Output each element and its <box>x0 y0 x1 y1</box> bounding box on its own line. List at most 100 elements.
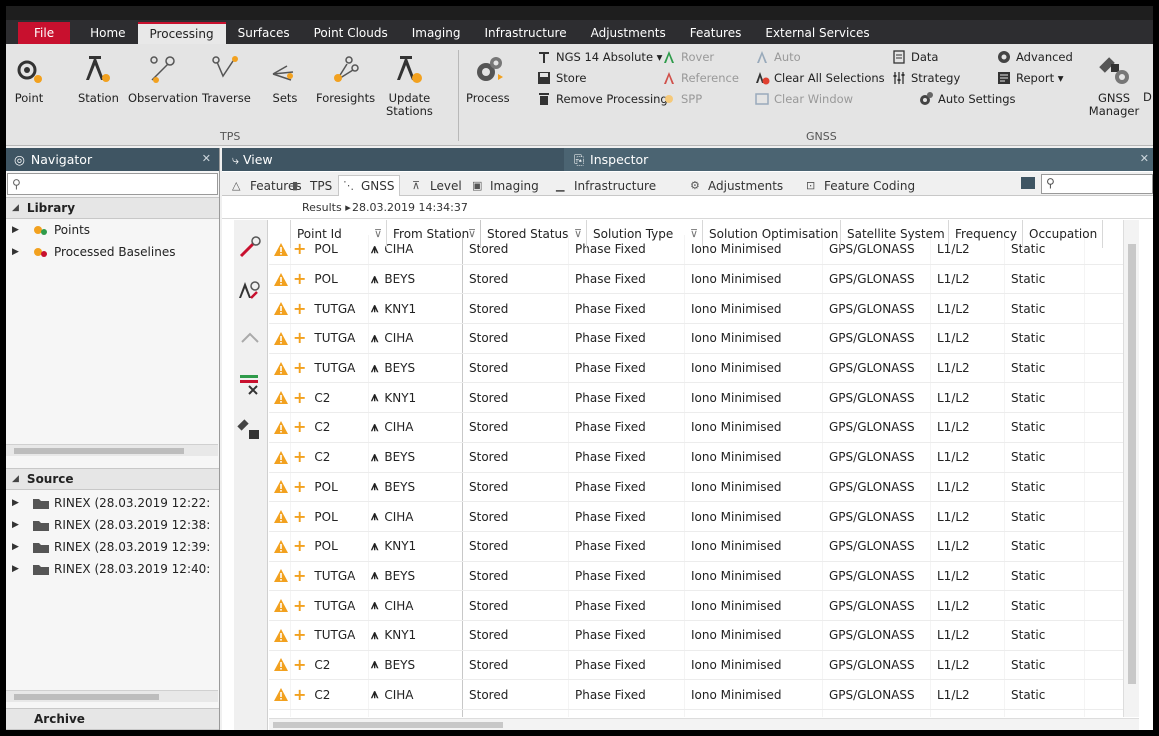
archive-section-header[interactable]: Archive <box>6 708 219 730</box>
column-header[interactable]: Stored Status ⊽ <box>481 220 587 248</box>
source-item[interactable]: ▶ RINEX (28.03.2019 12:40: <box>6 558 219 580</box>
menu-tab-features[interactable]: Features <box>678 22 754 44</box>
library-section-header[interactable]: ◢ Library <box>6 197 219 219</box>
grid-vscroll[interactable] <box>1123 220 1139 717</box>
close-icon[interactable]: ✕ <box>1140 152 1149 165</box>
foresights-button[interactable]: Foresights <box>316 52 375 105</box>
inspector-tab[interactable]: ⎘ Inspector ✕ <box>564 148 1153 171</box>
menu-tab-adjustments[interactable]: Adjustments <box>579 22 678 44</box>
rover-button[interactable]: Rover <box>661 48 714 66</box>
gnss-satellite-icon[interactable] <box>237 416 265 444</box>
column-header[interactable]: Solution Type ⊽ <box>587 220 703 248</box>
source-item[interactable]: ▶ RINEX (28.03.2019 12:22: <box>6 492 219 514</box>
column-header[interactable]: From Station ⊽ <box>387 220 481 248</box>
clear-all-selections-button[interactable]: Clear All Selections <box>754 69 885 87</box>
data-button[interactable]: Data <box>891 48 938 66</box>
menu-tab-surfaces[interactable]: Surfaces <box>226 22 302 44</box>
tab-feature-coding[interactable]: ⊡ Feature Coding <box>802 175 919 196</box>
table-row[interactable]: + TUTGA ⩚ CIHA Stored Phase Fixed Iono Minimis… <box>269 591 1139 621</box>
menu-tab-point-clouds[interactable]: Point Clouds <box>302 22 400 44</box>
column-header[interactable]: Solution Optimisation <box>703 220 841 248</box>
expand-arrow-icon[interactable]: ▶ <box>12 564 32 574</box>
tab-tps[interactable]: ▮ TPS <box>288 175 336 196</box>
column-header[interactable]: Frequency <box>949 220 1023 248</box>
tab-infrastructure[interactable]: ▁ Infrastructure <box>552 175 660 196</box>
table-row[interactable]: + C2 ⩚ BEYS Stored Phase Fixed Iono Minimised G… <box>269 442 1139 473</box>
baseline-disabled-icon[interactable] <box>237 324 265 352</box>
column-header[interactable]: Point Id ⊽ <box>291 220 387 248</box>
remove-processing-button[interactable]: Remove Processing <box>536 90 668 108</box>
tab-imaging[interactable]: ▣ Imaging <box>468 175 543 196</box>
traverse-button[interactable]: Traverse <box>202 52 251 105</box>
table-row[interactable]: + TUTGA ⩚ KNY1 Stored Phase Fixed Iono Minimis… <box>269 620 1139 651</box>
tab-level[interactable]: ⊼ Level <box>408 175 466 196</box>
table-row[interactable]: + POL ⩚ BEYS Stored Phase Fixed Iono Minimised… <box>269 472 1139 503</box>
spp-button[interactable]: SPP <box>661 90 702 108</box>
table-row[interactable]: + POL ⩚ BEYS Stored Phase Fixed Iono Minimised… <box>269 264 1139 295</box>
column-header[interactable]: Satellite System <box>841 220 949 248</box>
expand-arrow-icon[interactable]: ▶ <box>12 498 32 508</box>
gnss-manager-button[interactable]: GNSS Manager <box>1088 52 1140 118</box>
tab-adjustments[interactable]: ⚙ Adjustments <box>686 175 787 196</box>
strategy-button[interactable]: Strategy <box>891 69 960 87</box>
filter-icon[interactable]: ⊽ <box>690 227 698 240</box>
view-tab[interactable]: ⤷ View <box>232 152 273 168</box>
sets-button[interactable]: Sets <box>268 52 302 105</box>
report-dropdown[interactable]: Report ▾ <box>996 69 1064 87</box>
library-item-processed-baselines[interactable]: ▶ Processed Baselines <box>6 241 219 263</box>
process-button[interactable]: Process <box>466 52 510 105</box>
layout-toggle-icon[interactable] <box>1021 177 1035 189</box>
expand-arrow-icon[interactable]: ▶ <box>12 520 32 530</box>
library-hscroll[interactable] <box>6 444 218 456</box>
menu-tab-home[interactable]: Home <box>78 22 137 44</box>
menu-tab-external-services[interactable]: External Services <box>753 22 881 44</box>
table-row[interactable]: + TUTGA ⩚ BEYS Stored Phase Fixed Iono Minimis… <box>269 561 1139 592</box>
menu-file[interactable]: File <box>18 22 71 44</box>
advanced-button[interactable]: Advanced <box>996 48 1073 66</box>
auto-button[interactable]: Auto <box>754 48 801 66</box>
expand-arrow-icon[interactable]: ▶ <box>12 247 32 257</box>
clear-window-button[interactable]: Clear Window <box>754 90 853 108</box>
station-button[interactable]: Station <box>78 52 119 105</box>
auto-settings-button[interactable]: Auto Settings <box>918 90 1016 108</box>
table-row[interactable]: + C2 ⩚ BEYS Stored Phase Fixed Iono Minimised G… <box>269 650 1139 681</box>
grid-hscroll[interactable] <box>269 718 1139 730</box>
table-row[interactable]: +C2⩚KNY1StoredPhase FixedIono MinimisedG… <box>269 383 1139 414</box>
source-item[interactable]: ▶ RINEX (28.03.2019 12:38: <box>6 514 219 536</box>
ngs-antenna-dropdown[interactable]: NGS 14 Absolute ▾ <box>536 48 662 66</box>
station-observation-icon[interactable] <box>237 278 265 306</box>
update-stations-button[interactable]: Update Stations <box>386 52 433 118</box>
breadcrumb-results[interactable]: Results ▸ <box>302 201 351 214</box>
table-row[interactable]: +C2⩚KNY1StoredPhase FixedIono MinimisedG… <box>269 710 1139 717</box>
library-item-points[interactable]: ▶ Points <box>6 219 219 241</box>
table-row[interactable]: + C2 ⩚ CIHA Stored Phase Fixed Iono Minimised G… <box>269 413 1139 443</box>
source-section-header[interactable]: ◢ Source <box>6 468 219 490</box>
menu-tab-processing[interactable]: Processing <box>137 22 226 44</box>
expand-arrow-icon[interactable]: ▶ <box>12 542 32 552</box>
tab-gnss[interactable]: ⋱ GNSS <box>338 175 400 196</box>
observation-button[interactable]: Observation <box>128 52 198 105</box>
menu-tab-imaging[interactable]: Imaging <box>400 22 473 44</box>
source-hscroll[interactable] <box>6 690 218 702</box>
point-button[interactable]: Point <box>12 52 46 105</box>
reference-button[interactable]: Reference <box>661 69 739 87</box>
table-row[interactable]: + TUTGA ⩚ KNY1 Stored Phase Fixed Iono Minimis… <box>269 294 1139 325</box>
column-header[interactable]: Occupation Mo <box>1023 220 1103 248</box>
level-tool-icon[interactable] <box>237 370 265 398</box>
filter-icon[interactable]: ⊽ <box>374 227 382 240</box>
store-button[interactable]: Store <box>536 69 586 87</box>
source-item[interactable]: ▶ RINEX (28.03.2019 12:39: <box>6 536 219 558</box>
table-row[interactable]: + TUTGA ⩚ BEYS Stored Phase Fixed Iono Minimis… <box>269 353 1139 384</box>
grid-search-input[interactable]: ⚲ <box>1041 174 1153 194</box>
breadcrumb-date[interactable]: 28.03.2019 14:34:37 <box>352 201 468 214</box>
observation-tool-icon[interactable] <box>237 234 265 262</box>
table-row[interactable]: + POL ⩚ KNY1 Stored Phase Fixed Iono Minimised… <box>269 531 1139 562</box>
menu-tab-infrastructure[interactable]: Infrastructure <box>472 22 578 44</box>
table-row[interactable]: + POL ⩚ CIHA Stored Phase Fixed Iono Minimised… <box>269 502 1139 532</box>
filter-icon[interactable]: ⊽ <box>574 227 582 240</box>
table-row[interactable]: + TUTGA ⩚ CIHA Stored Phase Fixed Iono Minimis… <box>269 324 1139 354</box>
filter-icon[interactable]: ⊽ <box>468 227 476 240</box>
table-row[interactable]: + C2 ⩚ CIHA Stored Phase Fixed Iono Minimised G… <box>269 680 1139 710</box>
navigator-search-input[interactable]: ⚲ <box>7 173 218 195</box>
expand-arrow-icon[interactable]: ▶ <box>12 225 32 235</box>
